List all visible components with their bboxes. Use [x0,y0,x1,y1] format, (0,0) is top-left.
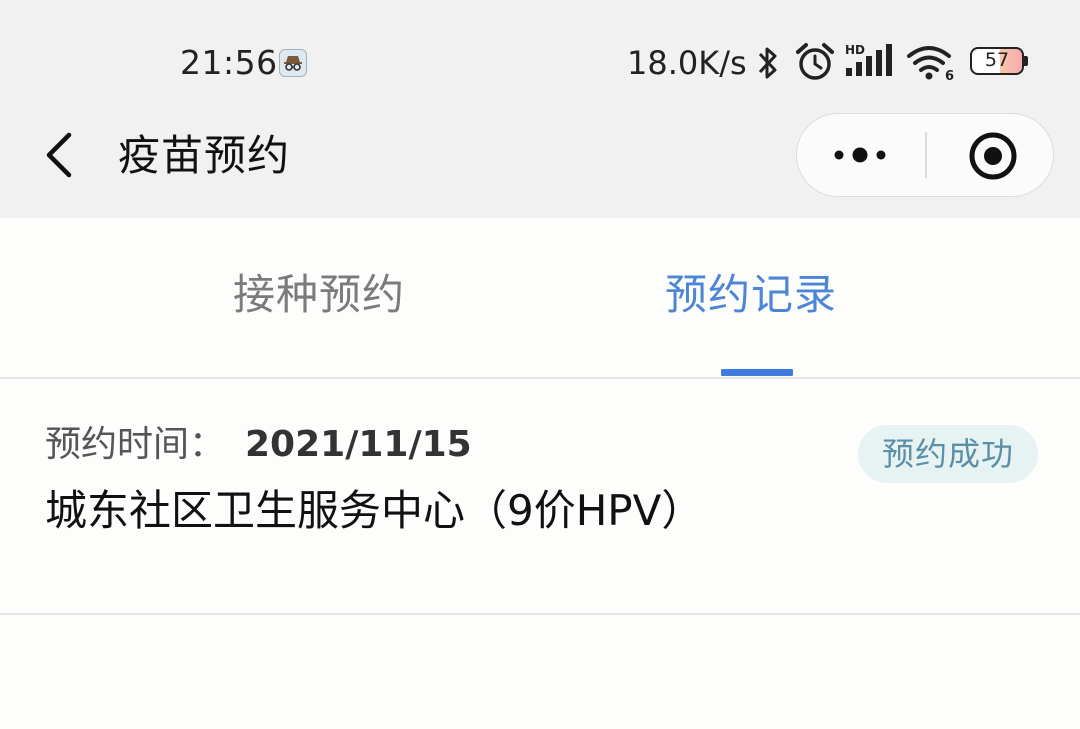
battery-tip [1024,56,1028,66]
battery-level: 57 [984,49,1010,71]
battery-indicator: 57 [970,47,1024,75]
mini-program-capsule [796,113,1054,197]
appointment-time-label: 预约时间： [45,424,226,465]
vaccination-site-name: 城东社区卫生服务中心（9价HPV） [45,486,704,535]
back-button[interactable] [36,128,86,182]
chevron-left-icon [46,132,72,178]
wifi-icon: 6 [907,46,954,82]
list-item[interactable]: 预约时间： 2021/11/15 预约成功 城东社区卫生服务中心（9价HPV） [0,379,1080,613]
signal-badge-text: HD [845,43,865,57]
alarm-icon [796,43,834,80]
svg-text:6: 6 [945,69,954,82]
network-speed: 18.0K/s [627,44,747,82]
status-badge: 预约成功 [858,425,1038,483]
status-time: 21:56 [180,43,278,82]
active-tab-indicator [721,369,793,376]
hd-signal-icon: HD [845,43,892,76]
incognito-icon [279,49,307,77]
close-button[interactable] [927,114,1053,196]
target-close-icon [969,132,1017,180]
tab-book-appointment[interactable]: 接种预约 [233,266,405,324]
bluetooth-icon [758,47,777,79]
appointment-time-value: 2021/11/15 [245,424,472,465]
page-title: 疫苗预约 [118,131,291,180]
more-dots-icon [834,147,886,163]
tab-appointment-records[interactable]: 预约记录 [665,266,837,324]
record-divider [0,613,1080,615]
more-button[interactable] [797,114,925,196]
